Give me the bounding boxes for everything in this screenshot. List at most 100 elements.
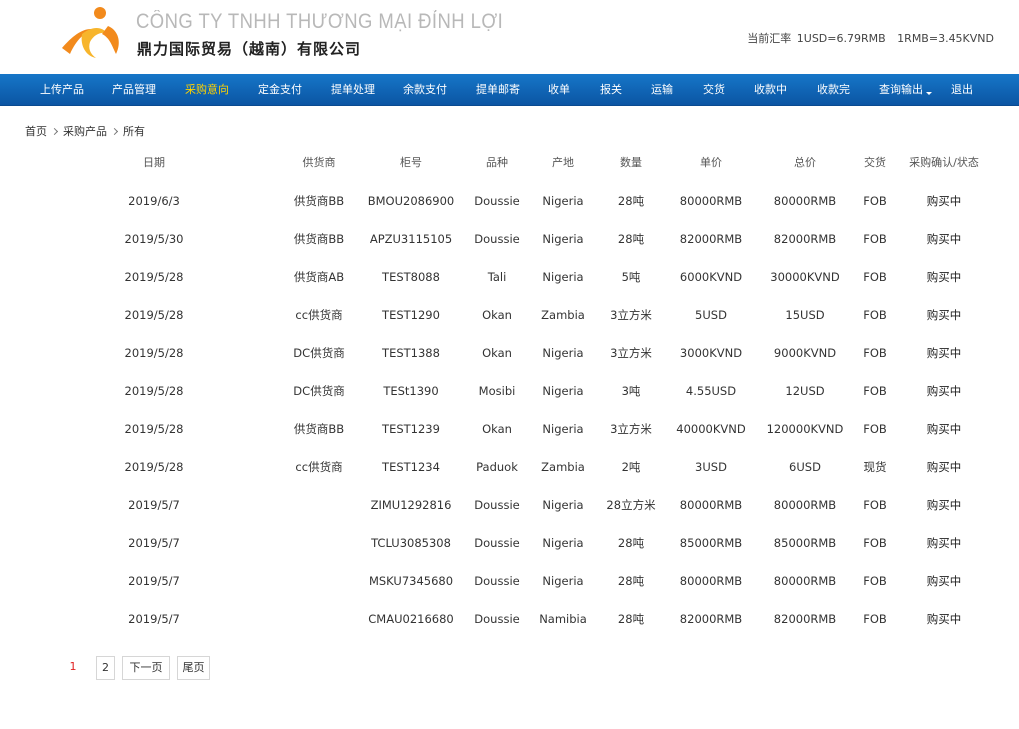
- cell-origin: Nigeria: [542, 498, 584, 512]
- table-row: 2019/5/28 cc供货商 TEST1290 Okan Zambia 3立方米 5USD…: [0, 296, 1019, 334]
- cell-quantity: 3吨: [621, 384, 641, 398]
- page-2-button[interactable]: 2: [96, 656, 115, 680]
- breadcrumb: 首页 采购产品 所有: [25, 123, 145, 139]
- cell-status[interactable]: 购买中: [927, 372, 962, 410]
- cell-supplier: cc供货商: [295, 460, 343, 474]
- main-nav: 上传产品 产品管理 采购意向 定金支付 提单处理 余款支付 提单邮寄 收单 报关…: [0, 74, 1019, 106]
- table-row: 2019/5/28 DC供货商 TEST1388 Okan Nigeria 3立方米 300…: [0, 334, 1019, 372]
- nav-item-balance-payment[interactable]: 余款支付: [403, 74, 447, 106]
- nav-item-bill-mailing[interactable]: 提单邮寄: [476, 74, 520, 106]
- cell-status[interactable]: 购买中: [927, 258, 962, 296]
- cell-delivery: FOB: [863, 194, 887, 208]
- cell-container-no: TEST1290: [382, 308, 440, 322]
- cell-quantity: 28吨: [617, 232, 645, 246]
- cell-status[interactable]: 购买中: [927, 524, 962, 562]
- cell-origin: Nigeria: [542, 194, 584, 208]
- cell-delivery: 现货: [863, 460, 887, 474]
- nav-item-query-output[interactable]: 查询输出: [879, 74, 932, 106]
- cell-species: Tali: [487, 270, 507, 284]
- company-logo-icon: [62, 7, 119, 58]
- table-row: 2019/5/7 MSKU7345680 Doussie Nigeria 28吨 8000…: [0, 562, 1019, 600]
- cell-status[interactable]: 购买中: [927, 334, 962, 372]
- cell-total-price: 80000RMB: [773, 194, 837, 208]
- cell-delivery: FOB: [863, 308, 887, 322]
- exchange-rates: 当前汇率 1USD=6.79RMB 1RMB=3.45KVND: [747, 30, 994, 46]
- cell-unit-price: 80000RMB: [679, 498, 743, 512]
- nav-item-delivery[interactable]: 交货: [703, 74, 725, 106]
- header-total-price: 总价: [794, 156, 816, 169]
- cell-supplier: DC供货商: [293, 346, 345, 360]
- cell-delivery: FOB: [863, 346, 887, 360]
- nav-item-upload-product[interactable]: 上传产品: [40, 74, 84, 106]
- cell-delivery: FOB: [863, 498, 887, 512]
- cell-total-price: 82000RMB: [773, 612, 837, 626]
- cell-delivery: FOB: [863, 384, 887, 398]
- rate-usd: 1USD=6.79RMB: [796, 32, 886, 45]
- cell-quantity: 3立方米: [610, 308, 652, 322]
- next-page-button[interactable]: 下一页: [122, 656, 170, 680]
- cell-total-price: 9000KVND: [773, 346, 837, 360]
- nav-item-product-management[interactable]: 产品管理: [112, 74, 156, 106]
- last-page-button[interactable]: 尾页: [177, 656, 210, 680]
- cell-status[interactable]: 购买中: [927, 448, 962, 486]
- cell-origin: Nigeria: [542, 346, 584, 360]
- header-species: 品种: [486, 156, 508, 169]
- nav-item-customs[interactable]: 报关: [600, 74, 622, 106]
- cell-container-no: ZIMU1292816: [370, 498, 452, 512]
- rate-rmb: 1RMB=3.45KVND: [897, 32, 994, 45]
- cell-supplier: 供货商BB: [293, 422, 345, 436]
- company-name-chinese: 鼎力国际贸易（越南）有限公司: [137, 40, 362, 58]
- cell-status[interactable]: 购买中: [927, 220, 962, 258]
- table-header-row: 日期 供货商 柜号 品种 产地 数量 单价 总价 交货 采购确认/状态: [0, 148, 1019, 186]
- cell-species: Okan: [482, 308, 512, 322]
- nav-item-purchase-intent[interactable]: 采购意向: [185, 74, 229, 106]
- cell-total-price: 85000RMB: [773, 536, 837, 550]
- cell-species: Okan: [482, 346, 512, 360]
- cell-species: Okan: [482, 422, 512, 436]
- cell-status[interactable]: 购买中: [927, 296, 962, 334]
- cell-status[interactable]: 购买中: [927, 182, 962, 220]
- cell-date: 2019/5/7: [128, 612, 180, 626]
- table-row: 2019/5/7 TCLU3085308 Doussie Nigeria 28吨 8500…: [0, 524, 1019, 562]
- cell-unit-price: 80000RMB: [679, 574, 743, 588]
- cell-total-price: 80000RMB: [773, 574, 837, 588]
- cell-container-no: TEST8088: [382, 270, 440, 284]
- nav-item-collected[interactable]: 收款完: [817, 74, 850, 106]
- nav-item-deposit-payment[interactable]: 定金支付: [258, 74, 302, 106]
- nav-item-collecting[interactable]: 收款中: [754, 74, 787, 106]
- company-name-vietnamese: CÔNG TY TNHH THƯƠNG MẠI ĐỈNH LỢI: [136, 10, 504, 33]
- cell-delivery: FOB: [863, 574, 887, 588]
- breadcrumb-home[interactable]: 首页: [25, 125, 47, 138]
- cell-unit-price: 40000KVND: [676, 422, 746, 436]
- cell-status[interactable]: 购买中: [927, 562, 962, 600]
- cell-delivery: FOB: [863, 536, 887, 550]
- cell-container-no: TEST1388: [382, 346, 440, 360]
- cell-status[interactable]: 购买中: [927, 410, 962, 448]
- cell-date: 2019/5/28: [124, 308, 184, 322]
- cell-container-no: TEST1239: [382, 422, 440, 436]
- chevron-right-icon: [110, 127, 119, 136]
- cell-status[interactable]: 购买中: [927, 600, 962, 638]
- cell-supplier: 供货商BB: [293, 232, 345, 246]
- chevron-right-icon: [50, 127, 59, 136]
- cell-status[interactable]: 购买中: [927, 486, 962, 524]
- cell-date: 2019/5/28: [124, 270, 184, 284]
- cell-container-no: TEST1234: [382, 460, 440, 474]
- cell-container-no: MSKU7345680: [368, 574, 454, 588]
- nav-item-receive-documents[interactable]: 收单: [548, 74, 570, 106]
- header-quantity: 数量: [620, 156, 642, 169]
- cell-quantity: 5吨: [621, 270, 641, 284]
- header-container-no: 柜号: [400, 156, 422, 169]
- table-row: 2019/5/7 CMAU0216680 Doussie Namibia 28吨 8200…: [0, 600, 1019, 638]
- cell-quantity: 28吨: [617, 574, 645, 588]
- cell-total-price: 15USD: [785, 308, 825, 322]
- header-delivery: 交货: [864, 156, 886, 169]
- breadcrumb-purchase-products[interactable]: 采购产品: [63, 125, 107, 138]
- cell-total-price: 82000RMB: [773, 232, 837, 246]
- cell-total-price: 120000KVND: [766, 422, 844, 436]
- nav-item-logout[interactable]: 退出: [951, 74, 973, 106]
- nav-item-bill-processing[interactable]: 提单处理: [331, 74, 375, 106]
- nav-item-transport[interactable]: 运输: [651, 74, 673, 106]
- cell-container-no: TESt1390: [383, 384, 439, 398]
- cell-total-price: 12USD: [785, 384, 825, 398]
